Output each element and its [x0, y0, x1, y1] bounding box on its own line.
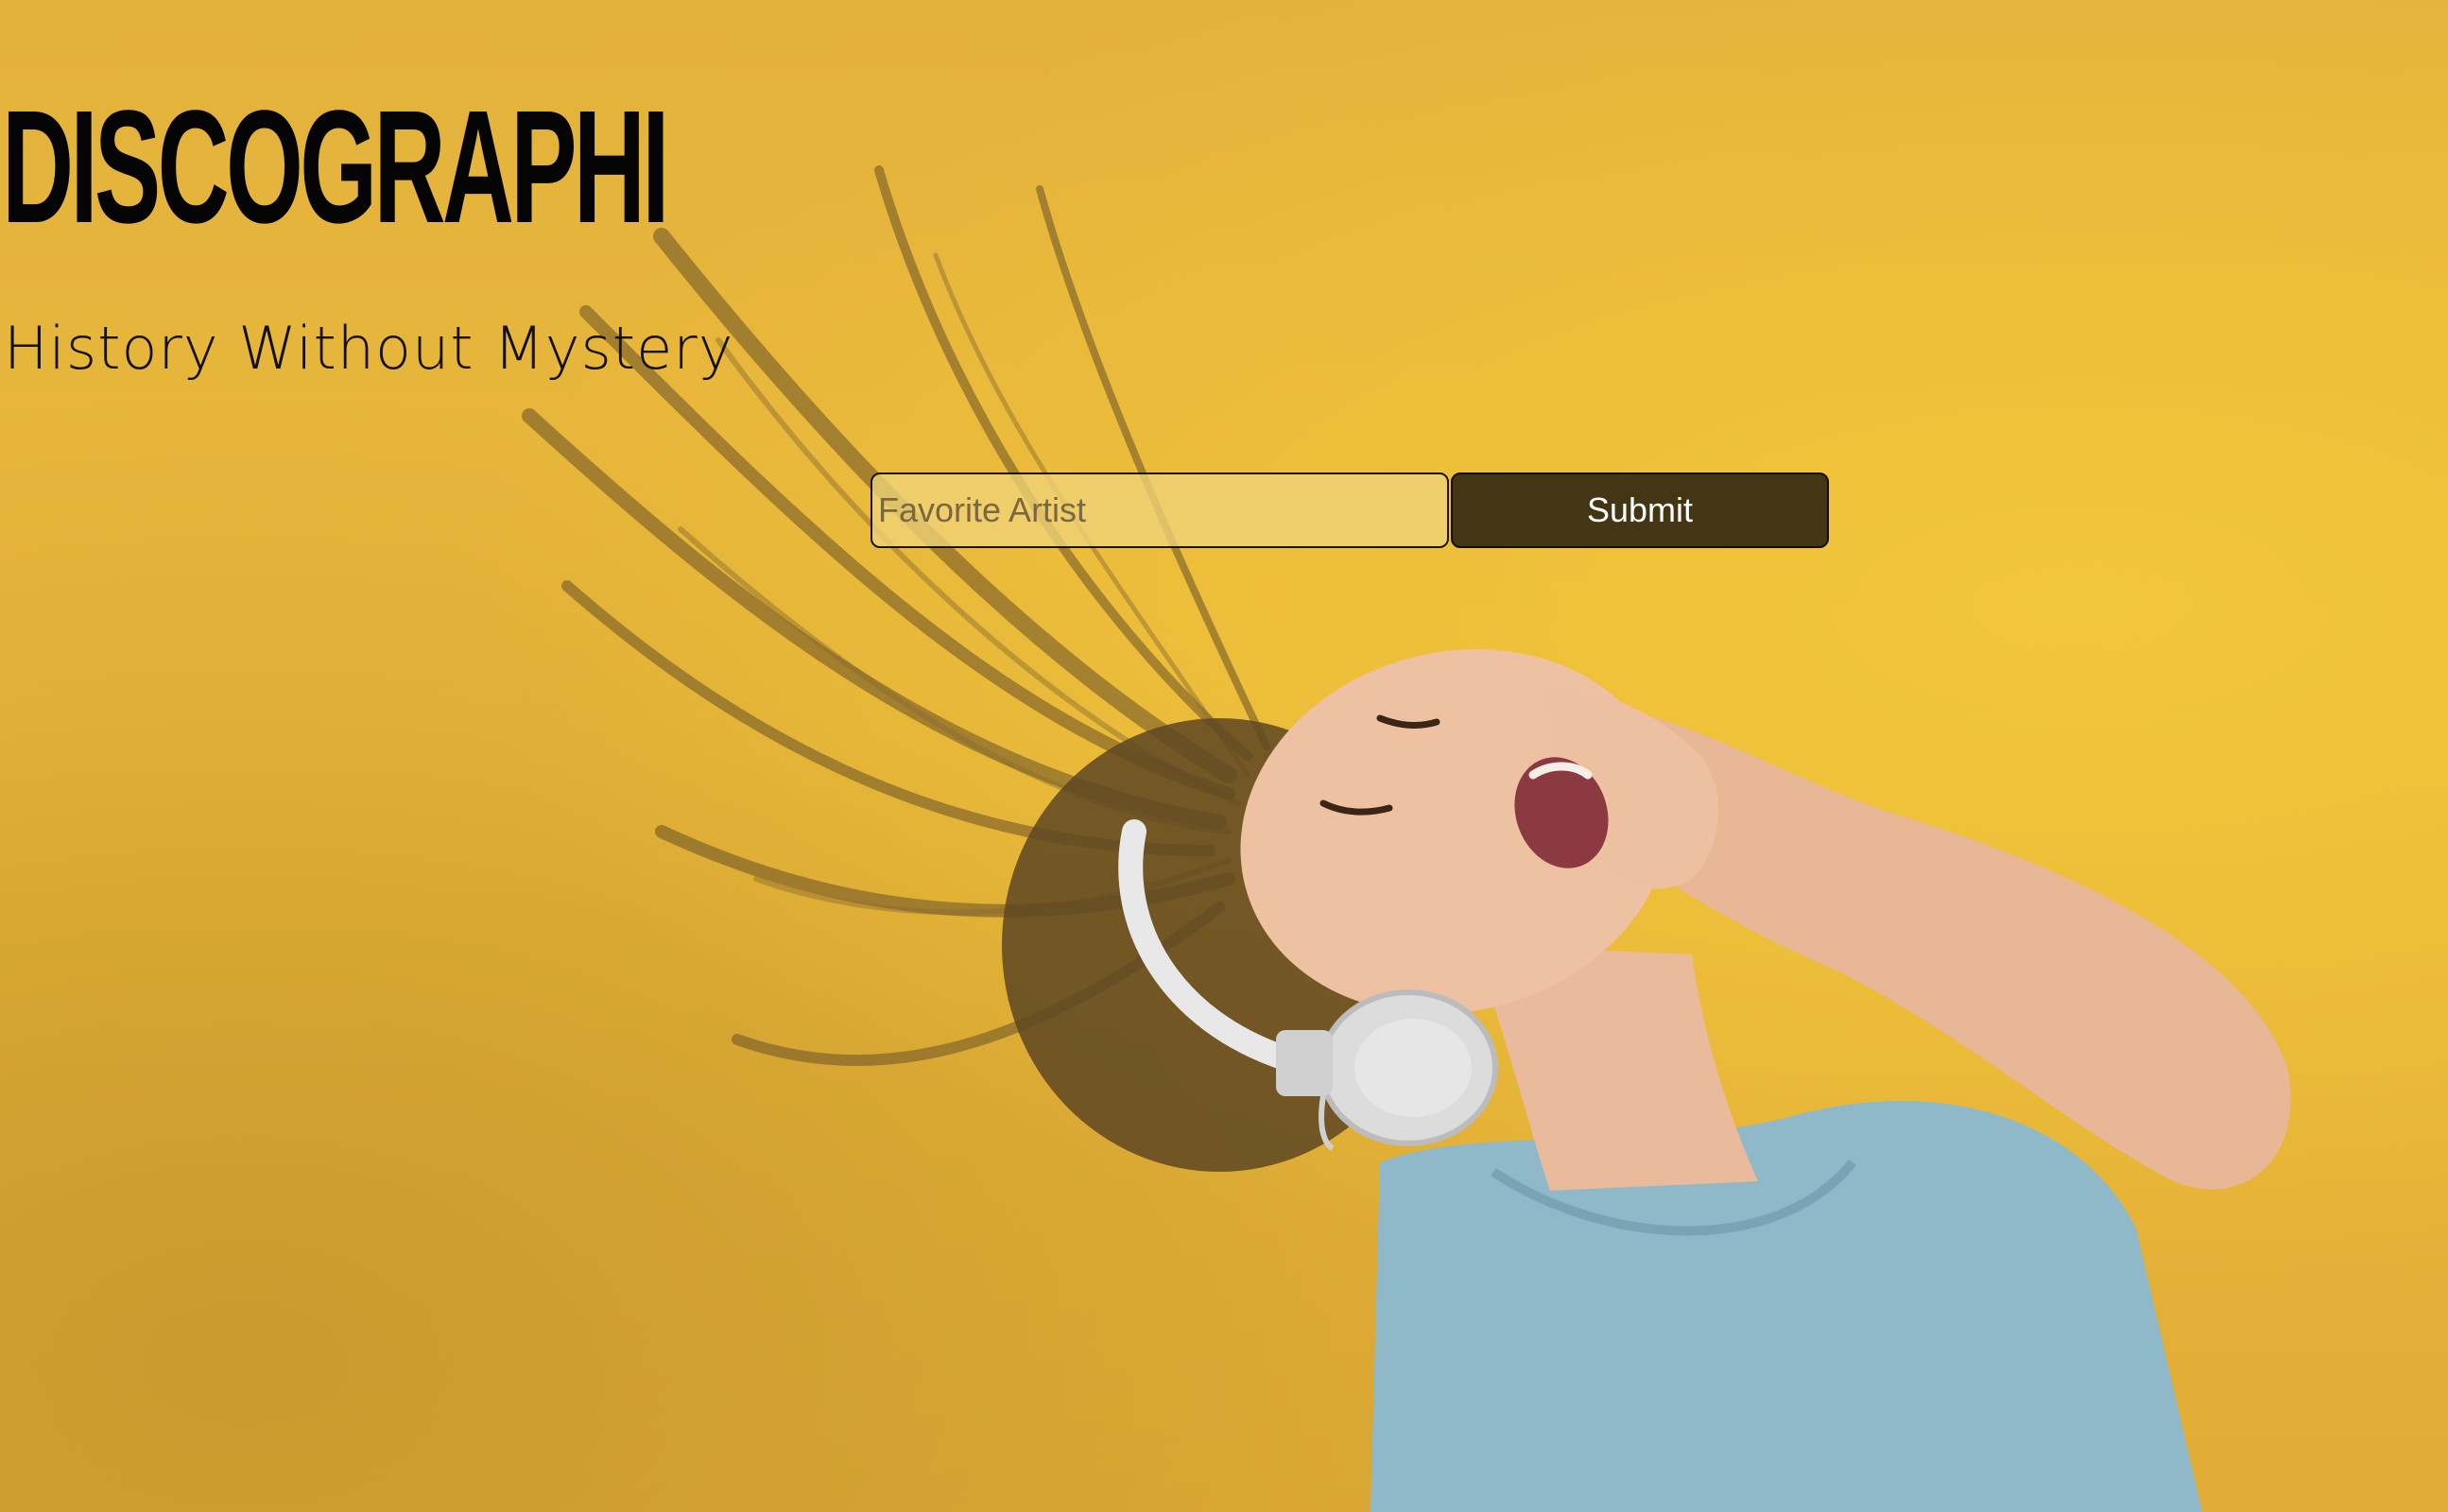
tagline: History Without Mystery: [4, 314, 734, 383]
submit-button[interactable]: Submit: [1451, 472, 1829, 548]
brand-title: DISCOGRAPHI: [2, 77, 670, 257]
favorite-artist-input[interactable]: [871, 472, 1449, 548]
artist-search-form: Submit: [871, 472, 1829, 548]
